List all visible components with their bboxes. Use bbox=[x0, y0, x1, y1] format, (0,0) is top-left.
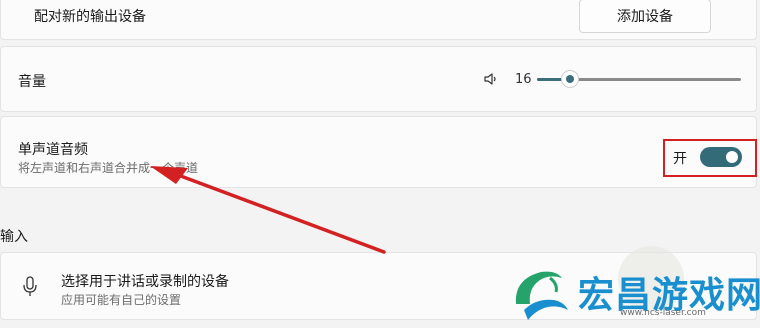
volume-slider[interactable] bbox=[537, 70, 741, 88]
pair-output-device-card: 配对新的输出设备 添加设备 bbox=[0, 0, 757, 40]
mono-audio-card: 单声道音频 将左声道和右声道合并成一个声道 开 bbox=[0, 116, 757, 188]
volume-card: 音量 16 bbox=[0, 46, 757, 112]
add-device-button[interactable]: 添加设备 bbox=[579, 0, 711, 33]
input-device-description: 应用可能有自己的设置 bbox=[61, 293, 182, 307]
watermark-logo-icon bbox=[506, 264, 574, 324]
volume-label: 音量 bbox=[18, 74, 46, 90]
speaker-icon[interactable] bbox=[483, 71, 499, 87]
toggle-knob bbox=[726, 151, 738, 163]
watermark-url: www.hcs-laser.com bbox=[620, 308, 706, 318]
mono-audio-toggle[interactable] bbox=[700, 147, 742, 167]
microphone-icon bbox=[21, 275, 39, 299]
pair-output-device-label: 配对新的输出设备 bbox=[34, 9, 146, 25]
mono-audio-label: 单声道音频 bbox=[18, 142, 88, 158]
input-device-label: 选择用于讲话或录制的设备 bbox=[61, 274, 229, 290]
toggle-state-label: 开 bbox=[673, 151, 687, 167]
volume-value: 16 bbox=[515, 72, 532, 87]
input-section-title: 输入 bbox=[0, 229, 28, 245]
volume-slider-thumb[interactable] bbox=[560, 70, 579, 88]
mono-audio-description: 将左声道和右声道合并成一个声道 bbox=[18, 161, 199, 175]
